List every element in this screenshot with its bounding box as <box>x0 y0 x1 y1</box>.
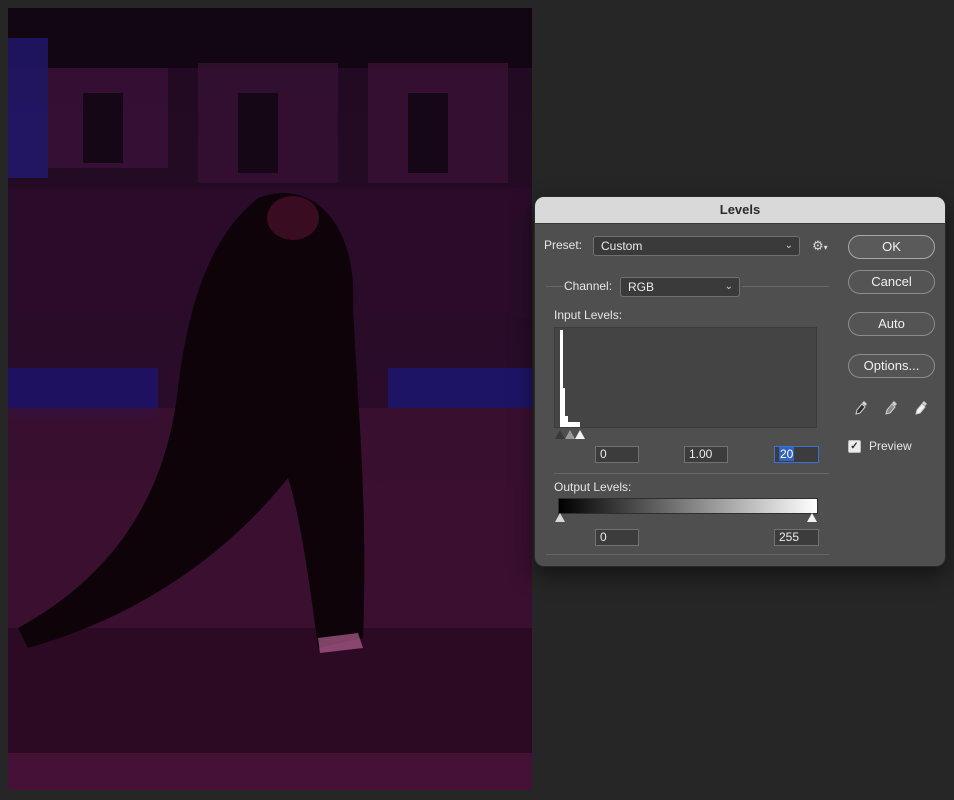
histogram <box>554 327 817 428</box>
input-white-field[interactable]: 20 <box>774 446 819 463</box>
input-gamma-slider[interactable] <box>565 430 575 439</box>
output-black-field[interactable]: 0 <box>595 529 639 546</box>
preview-label[interactable]: Preview <box>869 439 912 453</box>
preset-dropdown[interactable]: Custom ⌄ <box>593 236 800 256</box>
group-top-border-right <box>742 286 829 287</box>
preview-checkbox[interactable]: ✓ <box>848 440 861 453</box>
input-black-slider[interactable] <box>555 430 565 439</box>
eyedropper-white-icon[interactable] <box>914 400 928 416</box>
output-black-slider[interactable] <box>555 513 565 522</box>
input-white-slider[interactable] <box>575 430 585 439</box>
checkmark-icon: ✓ <box>850 441 859 452</box>
output-black-value: 0 <box>600 530 607 544</box>
canvas-image <box>8 8 532 790</box>
separator <box>554 473 829 474</box>
chevron-down-icon: ⌄ <box>784 240 793 251</box>
output-gradient <box>558 498 818 514</box>
channel-label: Channel: <box>564 279 613 293</box>
chevron-down-icon: ⌄ <box>724 281 733 292</box>
input-gamma-field[interactable]: 1.00 <box>684 446 728 463</box>
input-white-value: 20 <box>779 447 795 461</box>
group-bottom-border <box>546 554 829 555</box>
eyedropper-gray-icon[interactable] <box>884 400 898 416</box>
eyedropper-black-icon[interactable] <box>854 400 868 416</box>
input-black-value: 0 <box>600 447 607 461</box>
input-levels-label: Input Levels: <box>554 308 623 322</box>
group-top-border-left <box>546 286 563 287</box>
auto-button[interactable]: Auto <box>848 312 935 336</box>
channel-value: RGB <box>628 280 655 294</box>
options-button[interactable]: Options... <box>848 354 935 378</box>
input-gamma-value: 1.00 <box>689 447 713 461</box>
preset-label: Preset: <box>544 238 583 252</box>
dialog-title: Levels <box>535 197 945 224</box>
cancel-button[interactable]: Cancel <box>848 270 935 294</box>
input-black-field[interactable]: 0 <box>595 446 639 463</box>
document-canvas[interactable] <box>8 8 532 790</box>
output-white-value: 255 <box>779 530 800 544</box>
channel-dropdown[interactable]: RGB ⌄ <box>620 277 740 297</box>
preset-value: Custom <box>601 239 643 253</box>
output-white-field[interactable]: 255 <box>774 529 819 546</box>
levels-dialog: Levels Preset: Custom ⌄ ⚙▾ Channel: RGB … <box>535 197 945 566</box>
gear-icon[interactable]: ⚙▾ <box>812 238 828 254</box>
ok-button[interactable]: OK <box>848 235 935 259</box>
output-levels-label: Output Levels: <box>554 480 632 494</box>
output-white-slider[interactable] <box>807 513 817 522</box>
histogram-graph <box>560 330 580 427</box>
